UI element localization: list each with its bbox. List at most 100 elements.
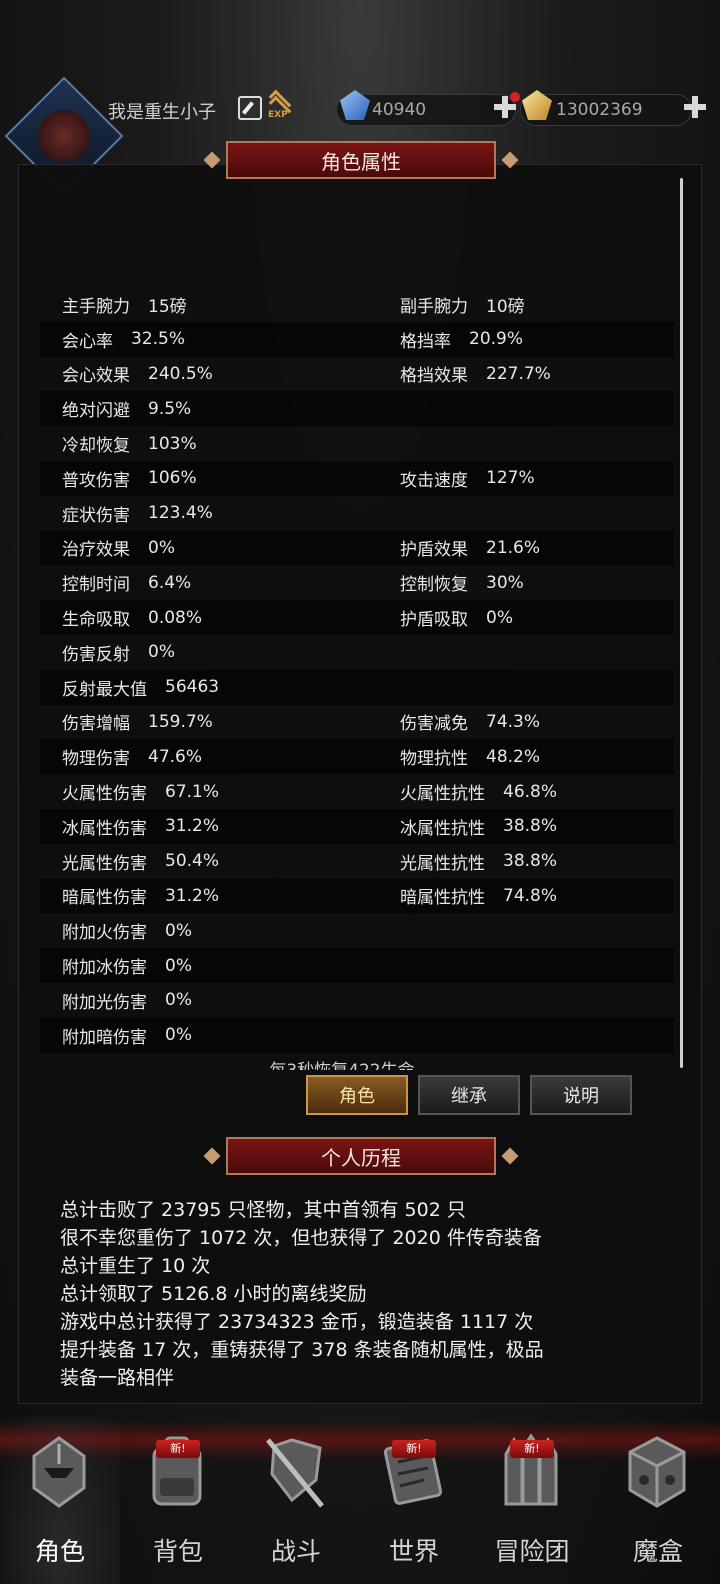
attribute-value: 15磅 [148,296,187,317]
attribute-cell-right: 物理抗性 48.2% [400,739,540,774]
attribute-label: 控制时间 [62,575,130,596]
history-line: 总计重生了 10 次 [60,1255,211,1277]
description-button[interactable]: 说明 [530,1075,632,1115]
attribute-label: 光属性伤害 [62,853,147,874]
attribute-row: 附加暗伤害 0% [40,1017,674,1053]
attribute-label: 物理伤害 [62,749,130,770]
attribute-cell-left: 附加光伤害 0% [62,983,192,1018]
helmet-icon [32,1436,86,1508]
attribute-value: 74.8% [503,885,558,906]
attribute-cell-left: 冰属性伤害 31.2% [62,809,219,844]
attribute-cell-right [400,948,418,983]
history-line: 游戏中总计获得了 23734323 金币，锻造装备 1117 次 [60,1311,534,1333]
attribute-value: 0% [165,1025,192,1046]
attribute-value: 30% [486,572,524,593]
nav-item-battle[interactable]: 战斗 [236,1416,356,1584]
inherit-button[interactable]: 继承 [418,1075,520,1115]
attribute-cell-right [400,983,418,1018]
add-gold-plus-icon[interactable] [684,96,706,118]
attribute-cell-left: 会心率 32.5% [62,322,185,357]
attribute-cell-right [400,670,418,705]
attribute-value: 0% [165,955,192,976]
attribute-row: 普攻伤害 106% 攻击速度 127% [40,460,674,496]
attribute-value: 159.7% [148,711,213,732]
attribute-value: 123.4% [148,503,213,524]
nav-label-character: 角色 [34,1537,85,1566]
attribute-label: 伤害增幅 [62,714,130,735]
attribute-row: 控制时间 6.4% 控制恢复 30% [40,565,674,600]
attribute-value: 106% [148,468,197,489]
attribute-value: 56463 [165,677,220,698]
attribute-cell-left: 控制时间 6.4% [62,565,191,600]
attributes-scrollbar[interactable] [680,178,683,1068]
attribute-label: 控制恢复 [400,575,468,596]
character-button[interactable]: 角色 [306,1075,408,1115]
attribute-cell-left: 普攻伤害 106% [62,461,197,496]
attribute-cell-right [400,1018,418,1053]
attribute-value: 31.2% [165,816,220,837]
nav-item-adventure-group[interactable]: 新! 冒险团 [472,1416,592,1584]
attribute-value: 47.6% [148,746,203,767]
attribute-label: 暗属性伤害 [62,888,147,909]
attribute-label: 物理抗性 [400,749,468,770]
nav-item-world[interactable]: 新! 世界 [354,1416,474,1584]
regen-text: 每3秒恢复422生命 [0,1052,684,1070]
attribute-cell-right [400,913,418,948]
nav-item-character[interactable]: 角色 [0,1416,120,1584]
attribute-cell-left: 症状伤害 123.4% [62,496,213,531]
attribute-cell-left: 物理伤害 47.6% [62,739,202,774]
attribute-label: 冷却恢复 [62,436,130,457]
attribute-cell-right: 暗属性抗性 74.8% [400,879,557,914]
character-button-label: 角色 [339,1086,375,1107]
new-badge: 新! [510,1440,554,1458]
new-badge: 新! [156,1440,200,1458]
attribute-cell-right: 冰属性抗性 38.8% [400,809,557,844]
attributes-list[interactable]: 主手腕力 15磅 副手腕力 10磅 会心率 32.5% 格挡率 20.9% 会心效果 240.5%… [40,287,674,1053]
attribute-cell-right: 护盾效果 21.6% [400,531,540,566]
new-badge: 新! [392,1440,436,1458]
edit-name-icon[interactable] [238,96,262,120]
attribute-label: 反射最大值 [62,679,147,700]
attribute-label: 伤害减免 [400,714,468,735]
nav-item-backpack[interactable]: 新! 背包 [118,1416,238,1584]
nav-label-backpack: 背包 [152,1537,203,1566]
attribute-label: 火属性伤害 [62,784,147,805]
nav-label-adventure-group: 冒险团 [494,1537,570,1566]
attribute-label: 光属性抗性 [400,853,485,874]
attribute-row: 伤害反射 0% [40,635,674,670]
nav-label-world: 世界 [388,1537,439,1566]
attribute-cell-right: 伤害减免 74.3% [400,705,540,740]
attribute-value: 0% [165,920,192,941]
attribute-value: 31.2% [165,885,220,906]
attribute-label: 治疗效果 [62,540,130,561]
attribute-value: 9.5% [148,398,192,419]
attribute-value: 0% [486,607,513,628]
history-text: 总计击败了 23795 只怪物，其中首领有 502 只 很不幸您重伤了 1072… [60,1196,690,1392]
attribute-cell-right [400,635,418,670]
nav-item-magic-box[interactable]: 魔盒 [598,1416,718,1584]
attributes-title: 角色属性 [321,149,401,174]
attribute-row: 火属性伤害 67.1% 火属性抗性 46.8% [40,774,674,809]
history-title-banner: 个人历程 [226,1137,496,1175]
bottom-nav: 角色 新! 背包 战斗 新! 世界 新! 冒险团 魔盒 [0,1416,720,1584]
cube-icon [628,1436,686,1508]
attribute-label: 护盾效果 [400,540,468,561]
inherit-button-label: 继承 [451,1086,487,1107]
attribute-label: 暗属性抗性 [400,888,485,909]
attribute-cell-left: 火属性伤害 67.1% [62,774,219,809]
attribute-row: 暗属性伤害 31.2% 暗属性抗性 74.8% [40,878,674,914]
attribute-row: 反射最大值 56463 [40,669,674,705]
attribute-row: 冰属性伤害 31.2% 冰属性抗性 38.8% [40,808,674,844]
attribute-cell-right: 控制恢复 30% [400,565,524,600]
attribute-cell-left: 伤害反射 0% [62,635,175,670]
attribute-cell-right: 护盾吸取 0% [400,600,513,635]
attribute-cell-left: 主手腕力 15磅 [62,287,187,322]
sword-shield-icon [266,1438,324,1508]
attribute-cell-left: 反射最大值 56463 [62,670,219,705]
attribute-label: 生命吸取 [62,610,130,631]
attribute-cell-right [400,496,418,531]
exp-rank-icon[interactable]: EXP [266,89,294,122]
attribute-label: 附加火伤害 [62,923,147,944]
attribute-value: 38.8% [503,816,558,837]
attribute-cell-left: 附加冰伤害 0% [62,948,192,983]
